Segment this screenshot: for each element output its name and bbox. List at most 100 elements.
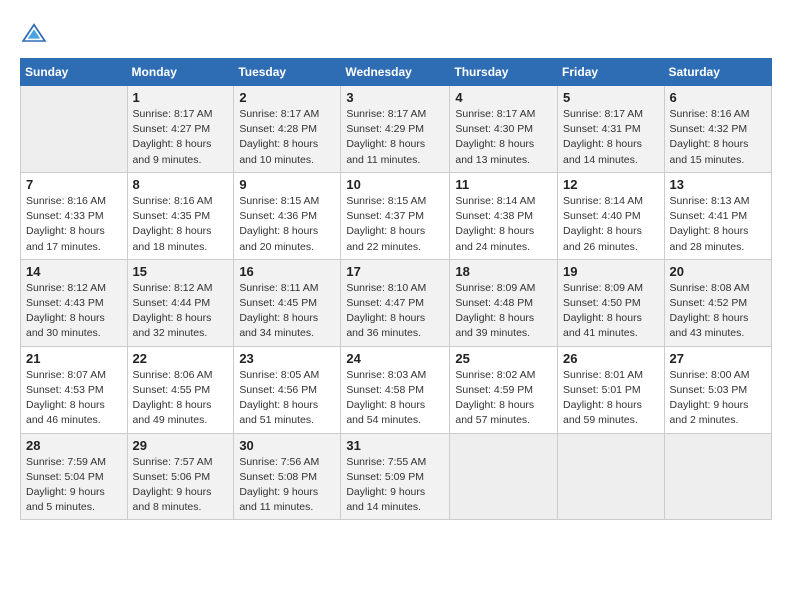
- day-info: Sunrise: 8:14 AM Sunset: 4:40 PM Dayligh…: [563, 194, 659, 255]
- day-number: 1: [133, 90, 229, 105]
- day-number: 11: [455, 177, 552, 192]
- day-number: 3: [346, 90, 444, 105]
- calendar-cell: 23 Sunrise: 8:05 AM Sunset: 4:56 PM Dayli…: [234, 346, 341, 433]
- day-number: 16: [239, 264, 335, 279]
- day-info: Sunrise: 8:09 AM Sunset: 4:50 PM Dayligh…: [563, 281, 659, 342]
- day-info: Sunrise: 8:17 AM Sunset: 4:30 PM Dayligh…: [455, 107, 552, 168]
- calendar-cell: 16 Sunrise: 8:11 AM Sunset: 4:45 PM Dayli…: [234, 259, 341, 346]
- day-info: Sunrise: 8:02 AM Sunset: 4:59 PM Dayligh…: [455, 368, 552, 429]
- weekday-header-thursday: Thursday: [450, 59, 558, 86]
- calendar-cell: 17Sunrise: 8:10 AM Sunset: 4:47 PM Dayli…: [341, 259, 450, 346]
- calendar-cell: 30 Sunrise: 7:56 AM Sunset: 5:08 PM Dayli…: [234, 433, 341, 520]
- calendar-cell: 20 Sunrise: 8:08 AM Sunset: 4:52 PM Dayli…: [664, 259, 771, 346]
- week-row-1: 7Sunrise: 8:16 AM Sunset: 4:33 PM Daylig…: [21, 172, 772, 259]
- calendar-cell: 3Sunrise: 8:17 AM Sunset: 4:29 PM Daylig…: [341, 86, 450, 173]
- day-number: 17: [346, 264, 444, 279]
- day-number: 31: [346, 438, 444, 453]
- day-number: 12: [563, 177, 659, 192]
- day-info: Sunrise: 8:17 AM Sunset: 4:27 PM Dayligh…: [133, 107, 229, 168]
- day-info: Sunrise: 7:59 AM Sunset: 5:04 PM Dayligh…: [26, 455, 122, 516]
- day-number: 5: [563, 90, 659, 105]
- day-info: Sunrise: 8:08 AM Sunset: 4:52 PM Dayligh…: [670, 281, 766, 342]
- calendar-cell: 1 Sunrise: 8:17 AM Sunset: 4:27 PM Daylig…: [127, 86, 234, 173]
- weekday-header-saturday: Saturday: [664, 59, 771, 86]
- day-number: 9: [239, 177, 335, 192]
- calendar-cell: [558, 433, 665, 520]
- day-info: Sunrise: 8:17 AM Sunset: 4:28 PM Dayligh…: [239, 107, 335, 168]
- day-number: 22: [133, 351, 229, 366]
- day-number: 18: [455, 264, 552, 279]
- day-number: 6: [670, 90, 766, 105]
- calendar-table: SundayMondayTuesdayWednesdayThursdayFrid…: [20, 58, 772, 520]
- calendar-cell: 5 Sunrise: 8:17 AM Sunset: 4:31 PM Daylig…: [558, 86, 665, 173]
- calendar-cell: [664, 433, 771, 520]
- day-number: 29: [133, 438, 229, 453]
- day-number: 24: [346, 351, 444, 366]
- calendar-cell: [450, 433, 558, 520]
- calendar-cell: 7Sunrise: 8:16 AM Sunset: 4:33 PM Daylig…: [21, 172, 128, 259]
- day-info: Sunrise: 8:09 AM Sunset: 4:48 PM Dayligh…: [455, 281, 552, 342]
- day-info: Sunrise: 8:15 AM Sunset: 4:36 PM Dayligh…: [239, 194, 335, 255]
- week-row-0: 1 Sunrise: 8:17 AM Sunset: 4:27 PM Daylig…: [21, 86, 772, 173]
- calendar-cell: 27 Sunrise: 8:00 AM Sunset: 5:03 PM Dayli…: [664, 346, 771, 433]
- day-number: 4: [455, 90, 552, 105]
- day-info: Sunrise: 8:00 AM Sunset: 5:03 PM Dayligh…: [670, 368, 766, 429]
- calendar-cell: 22 Sunrise: 8:06 AM Sunset: 4:55 PM Dayli…: [127, 346, 234, 433]
- day-info: Sunrise: 8:16 AM Sunset: 4:33 PM Dayligh…: [26, 194, 122, 255]
- day-number: 21: [26, 351, 122, 366]
- header: [20, 20, 772, 48]
- page: SundayMondayTuesdayWednesdayThursdayFrid…: [0, 0, 792, 612]
- day-info: Sunrise: 8:11 AM Sunset: 4:45 PM Dayligh…: [239, 281, 335, 342]
- day-number: 26: [563, 351, 659, 366]
- calendar-cell: 21 Sunrise: 8:07 AM Sunset: 4:53 PM Dayli…: [21, 346, 128, 433]
- day-info: Sunrise: 8:17 AM Sunset: 4:31 PM Dayligh…: [563, 107, 659, 168]
- day-info: Sunrise: 8:03 AM Sunset: 4:58 PM Dayligh…: [346, 368, 444, 429]
- weekday-header-friday: Friday: [558, 59, 665, 86]
- day-number: 30: [239, 438, 335, 453]
- day-info: Sunrise: 8:16 AM Sunset: 4:35 PM Dayligh…: [133, 194, 229, 255]
- day-info: Sunrise: 7:57 AM Sunset: 5:06 PM Dayligh…: [133, 455, 229, 516]
- calendar-cell: 15Sunrise: 8:12 AM Sunset: 4:44 PM Dayli…: [127, 259, 234, 346]
- calendar-cell: 2 Sunrise: 8:17 AM Sunset: 4:28 PM Daylig…: [234, 86, 341, 173]
- day-number: 14: [26, 264, 122, 279]
- day-number: 13: [670, 177, 766, 192]
- weekday-header-sunday: Sunday: [21, 59, 128, 86]
- day-number: 27: [670, 351, 766, 366]
- weekday-header-monday: Monday: [127, 59, 234, 86]
- day-number: 2: [239, 90, 335, 105]
- day-number: 25: [455, 351, 552, 366]
- calendar-cell: 25 Sunrise: 8:02 AM Sunset: 4:59 PM Dayli…: [450, 346, 558, 433]
- calendar-cell: 6 Sunrise: 8:16 AM Sunset: 4:32 PM Daylig…: [664, 86, 771, 173]
- day-number: 20: [670, 264, 766, 279]
- day-number: 8: [133, 177, 229, 192]
- calendar-cell: 31 Sunrise: 7:55 AM Sunset: 5:09 PM Dayli…: [341, 433, 450, 520]
- calendar-cell: 4 Sunrise: 8:17 AM Sunset: 4:30 PM Daylig…: [450, 86, 558, 173]
- weekday-header-wednesday: Wednesday: [341, 59, 450, 86]
- day-info: Sunrise: 8:07 AM Sunset: 4:53 PM Dayligh…: [26, 368, 122, 429]
- calendar-cell: 12 Sunrise: 8:14 AM Sunset: 4:40 PM Dayli…: [558, 172, 665, 259]
- day-number: 19: [563, 264, 659, 279]
- day-number: 15: [133, 264, 229, 279]
- calendar-cell: 24 Sunrise: 8:03 AM Sunset: 4:58 PM Dayli…: [341, 346, 450, 433]
- day-info: Sunrise: 8:16 AM Sunset: 4:32 PM Dayligh…: [670, 107, 766, 168]
- day-info: Sunrise: 8:05 AM Sunset: 4:56 PM Dayligh…: [239, 368, 335, 429]
- calendar-cell: 29 Sunrise: 7:57 AM Sunset: 5:06 PM Dayli…: [127, 433, 234, 520]
- day-number: 23: [239, 351, 335, 366]
- day-info: Sunrise: 8:06 AM Sunset: 4:55 PM Dayligh…: [133, 368, 229, 429]
- day-number: 10: [346, 177, 444, 192]
- week-row-2: 14Sunrise: 8:12 AM Sunset: 4:43 PM Dayli…: [21, 259, 772, 346]
- calendar-cell: 18 Sunrise: 8:09 AM Sunset: 4:48 PM Dayli…: [450, 259, 558, 346]
- calendar-cell: [21, 86, 128, 173]
- weekday-header-row: SundayMondayTuesdayWednesdayThursdayFrid…: [21, 59, 772, 86]
- calendar-cell: 11Sunrise: 8:14 AM Sunset: 4:38 PM Dayli…: [450, 172, 558, 259]
- day-info: Sunrise: 7:55 AM Sunset: 5:09 PM Dayligh…: [346, 455, 444, 516]
- logo: [20, 20, 52, 48]
- calendar-cell: 19 Sunrise: 8:09 AM Sunset: 4:50 PM Dayli…: [558, 259, 665, 346]
- week-row-3: 21 Sunrise: 8:07 AM Sunset: 4:53 PM Dayli…: [21, 346, 772, 433]
- calendar-cell: 9 Sunrise: 8:15 AM Sunset: 4:36 PM Daylig…: [234, 172, 341, 259]
- calendar-cell: 26Sunrise: 8:01 AM Sunset: 5:01 PM Dayli…: [558, 346, 665, 433]
- weekday-header-tuesday: Tuesday: [234, 59, 341, 86]
- day-info: Sunrise: 7:56 AM Sunset: 5:08 PM Dayligh…: [239, 455, 335, 516]
- calendar-cell: 8 Sunrise: 8:16 AM Sunset: 4:35 PM Daylig…: [127, 172, 234, 259]
- day-info: Sunrise: 8:13 AM Sunset: 4:41 PM Dayligh…: [670, 194, 766, 255]
